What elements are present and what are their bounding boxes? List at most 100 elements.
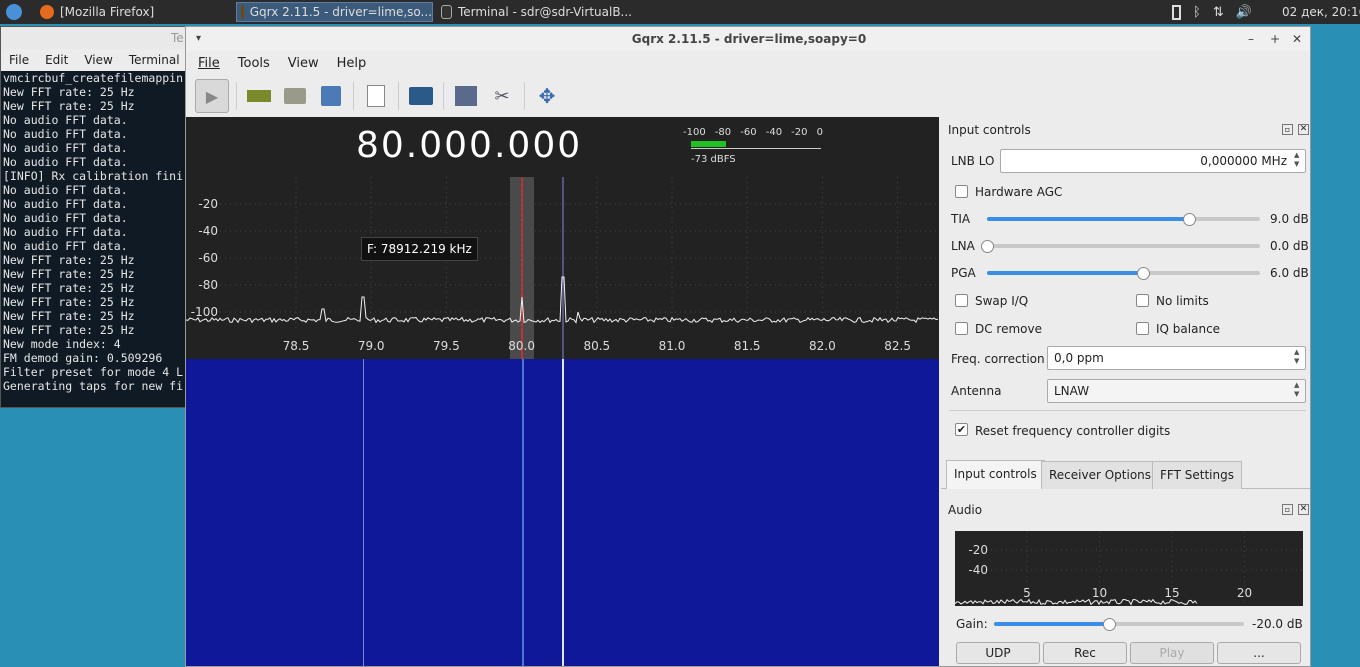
rec-button[interactable]: Rec [1043,642,1127,664]
dock-close-icon[interactable]: ✕ [1298,124,1309,135]
taskbar-terminal[interactable]: Terminal - sdr@sdr-VirtualB... [437,2,632,22]
menu-tools[interactable]: Tools [229,56,279,71]
close-icon[interactable]: ✕ [1292,27,1302,51]
io-devices-button[interactable] [244,81,274,111]
pga-value: 6.0 dB [1270,266,1309,280]
tia-label: TIA [951,212,971,226]
network-icon[interactable]: ⇅ [1213,5,1224,20]
terminal-menu-view[interactable]: View [76,53,120,67]
x-tick-label: 81.0 [659,339,686,353]
taskbar-gqrx[interactable]: Gqrx 2.11.5 - driver=lime,so... [236,2,433,22]
udp-button[interactable]: UDP [956,642,1040,664]
iq-balance-checkbox[interactable] [1136,322,1149,335]
minimize-icon[interactable]: – [1248,27,1254,51]
maximize-icon[interactable]: + [1270,27,1280,51]
terminal-output[interactable]: vmcircbuf_createfilemappin New FFT rate:… [3,71,187,407]
waterfall[interactable] [186,359,939,666]
dc-remove-checkbox[interactable] [955,322,968,335]
dropdown-icon[interactable]: ▲ ▼ [1294,381,1299,399]
menu-view[interactable]: View [279,56,328,71]
undock-icon[interactable]: ▫ [1282,504,1293,515]
waterfall-signal-line [363,359,364,666]
tab-input-controls[interactable]: Input controls [946,460,1045,489]
hardware-agc-checkbox[interactable] [955,185,968,198]
reset-digits-checkbox[interactable]: ✔ [955,423,968,436]
taskbar: [Mozilla Firefox] Gqrx 2.11.5 - driver=l… [0,0,1360,24]
device-icon [247,90,271,102]
swap-iq-label: Swap I/Q [975,294,1029,308]
audio-title: Audio [948,503,983,517]
battery-icon[interactable] [1172,4,1181,20]
waterfall-center-line [522,359,524,666]
spinner-icon[interactable]: ▲ ▼ [1294,348,1299,366]
tab-receiver-options[interactable]: Receiver Options [1041,461,1160,489]
gqrx-title: Gqrx 2.11.5 - driver=lime,soapy=0 [631,32,867,46]
clock[interactable]: 02 дек, 20:16 [1282,2,1360,22]
spectrum-plot[interactable]: 80.000.000 -100 -80 -60 -40 -20 0 -73 dB… [186,117,939,359]
remote-control-button[interactable] [451,81,481,111]
undock-icon[interactable]: ▫ [1282,124,1293,135]
dxcluster-button[interactable] [406,81,436,111]
tia-slider-handle[interactable] [1183,213,1197,226]
bookmark-button[interactable] [361,81,391,111]
terminal-menu-file[interactable]: File [1,53,37,67]
x-tick-label: 78.5 [283,339,310,353]
tools-icon: ✂ [494,85,510,107]
audio-fft-plot[interactable]: -20 -40 5 10 15 20 [954,531,1303,606]
audio-x-tick-label: 5 [1023,586,1031,600]
more-button[interactable]: ... [1217,642,1301,664]
waterfall-signal-line [562,359,564,666]
audio-gain-handle[interactable] [1103,618,1116,631]
tools-button[interactable]: ✂ [487,81,517,111]
audio-y-tick-label: -20 [968,543,988,557]
tab-fft-settings[interactable]: FFT Settings [1152,461,1242,489]
x-tick-label: 81.5 [734,339,761,353]
lna-slider-handle[interactable] [981,240,994,253]
gqrx-icon [241,5,244,19]
antenna-select[interactable]: LNAW [1047,379,1306,403]
y-tick-label: -60 [198,251,218,265]
pga-slider-handle[interactable] [1136,267,1150,280]
freq-correction-label: Freq. correction [951,352,1045,366]
play-button[interactable]: Play [1130,642,1214,664]
terminal-menu-edit[interactable]: Edit [37,53,76,67]
start-dsp-button[interactable]: ▶ [195,79,229,113]
gqrx-titlebar[interactable]: Gqrx 2.11.5 - driver=lime,soapy=0 ▾ – + … [186,27,1310,51]
freq-correction-input[interactable]: 0,0 ppm [1047,346,1306,370]
audio-x-tick-label: 10 [1092,586,1107,600]
menu-help[interactable]: Help [328,56,376,71]
load-settings-button[interactable] [280,81,310,111]
audio-fft-graph: -20 -40 5 10 15 20 [954,531,1303,606]
terminal-titlebar[interactable]: Te [1,27,187,49]
audio-gain-fill [994,622,1109,626]
monitor-icon [409,87,433,105]
bluetooth-icon[interactable]: ᛒ [1193,5,1201,20]
whisker-menu-icon[interactable] [6,2,28,22]
menu-file[interactable]: File [186,56,229,71]
dock-close-icon[interactable]: ✕ [1298,504,1309,515]
spinner-icon[interactable]: ▲ ▼ [1294,151,1299,169]
taskbar-firefox[interactable]: [Mozilla Firefox] [36,2,226,22]
fullscreen-button[interactable]: ✥ [532,81,562,111]
toolbar: ▶ ✂ ✥ [186,75,1310,117]
x-tick-label: 79.5 [433,339,460,353]
no-limits-checkbox[interactable] [1136,294,1149,307]
save-icon [321,86,341,106]
spectrum-graph: -20 -40 -60 -80 -100 78.5 79.0 79.5 80.0 80.5 81.0… [186,177,939,359]
lnb-lo-label: LNB LO [951,154,995,168]
save-settings-button[interactable] [316,81,346,111]
dc-remove-label: DC remove [975,322,1043,336]
reset-digits-label: Reset frequency controller digits [975,424,1171,438]
lnb-lo-input[interactable]: 0,000000 MHz [1000,149,1306,173]
terminal-menu-terminal[interactable]: Terminal [121,53,188,67]
taskbar-gqrx-label: Gqrx 2.11.5 - driver=lime,so... [249,5,432,19]
lna-label: LNA [951,239,975,253]
computers-icon [455,86,477,106]
lna-slider[interactable] [987,244,1260,248]
no-limits-label: No limits [1156,294,1209,308]
swap-iq-checkbox[interactable] [955,294,968,307]
audio-x-tick-label: 15 [1164,586,1179,600]
window-menu-icon[interactable]: ▾ [196,27,201,51]
audio-gain-value: -20.0 dB [1252,617,1303,631]
volume-icon[interactable]: 🔊 [1236,5,1252,20]
